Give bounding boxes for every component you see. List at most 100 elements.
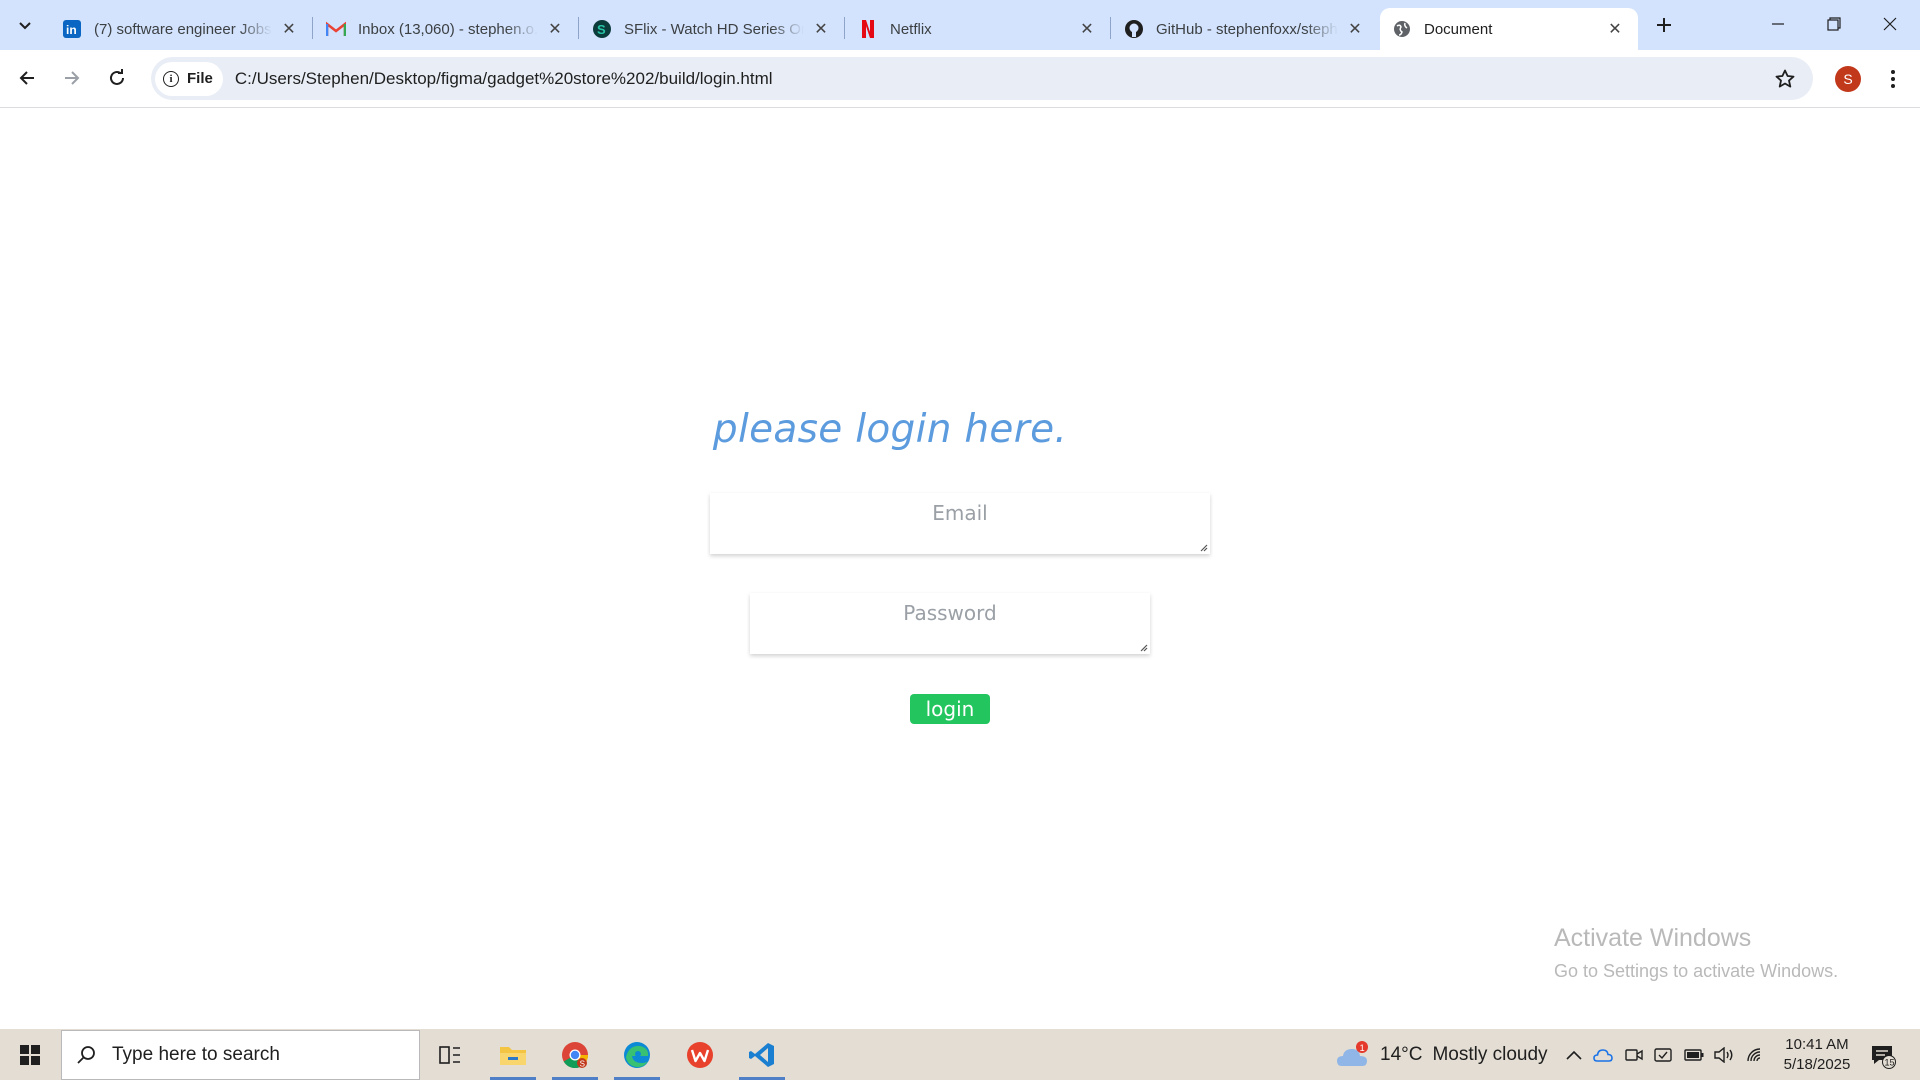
- tab-netflix[interactable]: Netflix ✕: [846, 8, 1110, 50]
- browser-toolbar: i File C:/Users/Stephen/Desktop/figma/ga…: [0, 50, 1920, 108]
- tab-strip: in (7) software engineer Jobs ✕ Inbox (1…: [0, 0, 1920, 50]
- tab-separator: [578, 17, 579, 39]
- tab-separator: [312, 17, 313, 39]
- vscode-icon: [749, 1042, 774, 1067]
- notification-icon: 15: [1872, 1046, 1896, 1069]
- tab-document[interactable]: Document ✕: [1380, 8, 1638, 50]
- svg-text:S: S: [580, 1059, 585, 1068]
- folder-icon: [500, 1046, 526, 1065]
- close-icon[interactable]: ✕: [278, 18, 300, 40]
- speaker-icon: [1714, 1047, 1733, 1063]
- forward-button[interactable]: [54, 60, 90, 96]
- chevron-up-icon: [1566, 1050, 1582, 1060]
- clock-date: 5/18/2025: [1783, 1056, 1851, 1073]
- arrow-right-icon: [65, 71, 80, 85]
- password-field[interactable]: Password: [750, 593, 1150, 654]
- network-tray-icon[interactable]: [1745, 1044, 1767, 1066]
- battery-icon: [1684, 1049, 1704, 1061]
- search-icon: [77, 1046, 95, 1064]
- tab-title: Netflix: [890, 20, 932, 38]
- notification-center-button[interactable]: 15: [1868, 1041, 1898, 1071]
- close-icon[interactable]: ✕: [1604, 18, 1626, 40]
- onedrive-tray-icon[interactable]: [1592, 1044, 1614, 1066]
- volume-tray-icon[interactable]: [1713, 1044, 1735, 1066]
- wifi-icon: [1747, 1048, 1761, 1062]
- notification-count: 15: [1885, 1058, 1895, 1068]
- tab-sflix[interactable]: S SFlix - Watch HD Series Online ✕: [580, 8, 844, 50]
- address-bar[interactable]: i File C:/Users/Stephen/Desktop/figma/ga…: [151, 57, 1813, 100]
- close-icon[interactable]: ✕: [1344, 18, 1366, 40]
- star-icon: [1775, 69, 1795, 88]
- close-icon[interactable]: ✕: [1076, 18, 1098, 40]
- more-vertical-icon: [1891, 70, 1895, 88]
- chevron-down-icon: [19, 22, 31, 30]
- tab-title: SFlix - Watch HD Series Online: [624, 20, 804, 38]
- taskbar-clock[interactable]: 10:41 AM 5/18/2025: [1772, 1035, 1862, 1075]
- site-chip-label: File: [187, 70, 213, 87]
- task-view-icon: [439, 1045, 460, 1064]
- reload-button[interactable]: [99, 60, 135, 96]
- shield-check-icon: [1654, 1048, 1672, 1062]
- clock-time: 10:41 AM: [1785, 1036, 1849, 1053]
- resize-grip-icon[interactable]: [1138, 642, 1148, 652]
- tab-github[interactable]: GitHub - stephenfoxx/stephen ✕: [1112, 8, 1378, 50]
- windows-logo-icon: [20, 1044, 40, 1065]
- arrow-left-icon: [19, 71, 34, 85]
- url-text[interactable]: C:/Users/Stephen/Desktop/figma/gadget%20…: [235, 69, 773, 89]
- file-explorer-app[interactable]: [487, 1029, 539, 1080]
- minimize-icon: [1772, 23, 1784, 25]
- tab-title: GitHub - stephenfoxx/stephen: [1156, 20, 1338, 38]
- weather-widget[interactable]: 1 14°C Mostly cloudy: [1336, 1029, 1548, 1080]
- linkedin-icon: in: [62, 19, 82, 39]
- email-field[interactable]: Email: [710, 493, 1210, 554]
- sflix-icon: S: [592, 19, 612, 39]
- battery-tray-icon[interactable]: [1683, 1044, 1705, 1066]
- restore-button[interactable]: [1806, 0, 1862, 48]
- new-tab-button[interactable]: [1650, 11, 1678, 39]
- chrome-icon: S: [562, 1041, 589, 1068]
- tab-gmail[interactable]: Inbox (13,060) - stephen.o... ✕: [314, 8, 578, 50]
- netflix-icon: [858, 19, 878, 39]
- reload-icon: [110, 69, 124, 85]
- taskbar: Type here to search S 1 14°C Mostly clou…: [0, 1029, 1920, 1080]
- password-placeholder: Password: [903, 601, 997, 625]
- svg-text:S: S: [597, 22, 606, 37]
- tab-separator: [844, 17, 845, 39]
- tab-linkedin[interactable]: in (7) software engineer Jobs ✕: [50, 8, 312, 50]
- weather-temperature: 14°C: [1380, 1043, 1423, 1065]
- taskbar-search[interactable]: Type here to search: [61, 1030, 420, 1080]
- wps-office-app[interactable]: [674, 1029, 726, 1080]
- plus-icon: [1657, 18, 1671, 32]
- info-icon: i: [163, 70, 179, 87]
- back-button[interactable]: [9, 60, 45, 96]
- page-title: please login here.: [712, 407, 1068, 452]
- security-tray-icon[interactable]: [1652, 1044, 1674, 1066]
- show-hidden-icons-button[interactable]: [1563, 1044, 1585, 1066]
- page-viewport: please login here. Email Password login …: [0, 109, 1920, 1029]
- close-window-button[interactable]: [1862, 0, 1918, 48]
- watermark-title: Activate Windows: [1554, 924, 1752, 952]
- task-view-button[interactable]: [424, 1029, 476, 1080]
- meet-now-tray-icon[interactable]: [1623, 1044, 1645, 1066]
- close-icon[interactable]: ✕: [544, 18, 566, 40]
- minimize-button[interactable]: [1750, 0, 1806, 48]
- edge-app[interactable]: [611, 1029, 663, 1080]
- edge-icon: [624, 1041, 650, 1068]
- weather-alert-count: 1: [1360, 1043, 1365, 1053]
- wps-office-icon: [687, 1041, 713, 1068]
- email-placeholder: Email: [932, 501, 988, 525]
- tab-search-button[interactable]: [8, 8, 42, 42]
- login-button[interactable]: login: [910, 694, 990, 724]
- chrome-app[interactable]: S: [549, 1029, 601, 1080]
- site-info-chip[interactable]: i File: [155, 61, 223, 96]
- close-icon[interactable]: ✕: [810, 18, 832, 40]
- bookmark-button[interactable]: [1771, 65, 1799, 93]
- vscode-app[interactable]: [736, 1029, 788, 1080]
- cloudy-weather-icon: 1: [1337, 1040, 1368, 1066]
- start-button[interactable]: [0, 1029, 60, 1080]
- resize-grip-icon[interactable]: [1198, 542, 1208, 552]
- activate-windows-watermark: Activate Windows Go to Settings to activ…: [1554, 924, 1838, 982]
- cloud-icon: [1593, 1049, 1613, 1062]
- profile-avatar[interactable]: S: [1835, 66, 1861, 92]
- browser-menu-button[interactable]: [1880, 63, 1906, 95]
